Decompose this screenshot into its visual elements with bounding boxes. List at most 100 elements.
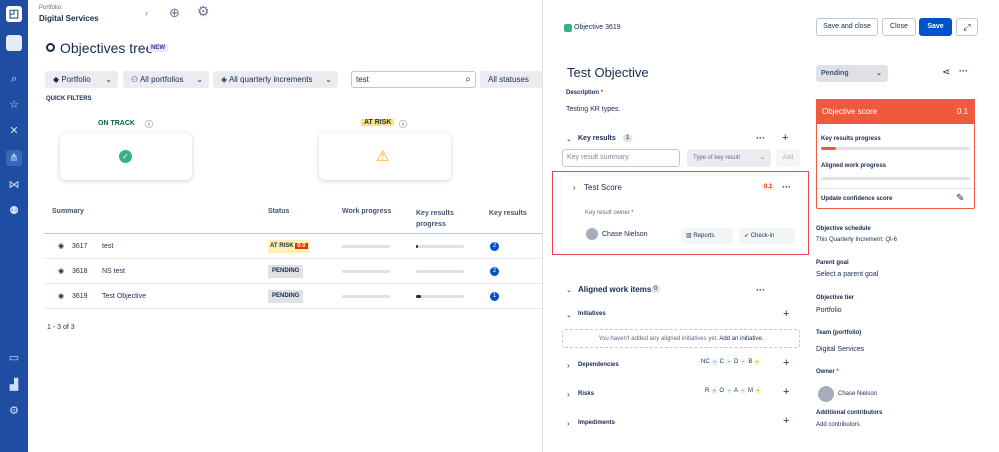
- chevron-down-icon[interactable]: ⌄: [566, 311, 572, 319]
- expand-icon[interactable]: ⤢: [956, 18, 978, 36]
- tag-count: -: [740, 359, 747, 365]
- chevron-right-icon[interactable]: ›: [567, 419, 570, 428]
- pencil-icon[interactable]: ✎: [956, 193, 964, 204]
- save-close-button[interactable]: Save and close: [816, 18, 878, 36]
- status-select[interactable]: Pending ⌄: [816, 65, 888, 82]
- kr-progress-fill: [416, 245, 418, 248]
- more-icon[interactable]: ···: [959, 66, 968, 76]
- sitemap-icon[interactable]: ⋈: [6, 177, 22, 193]
- team-value[interactable]: Digital Services: [816, 346, 864, 353]
- contributors-label: Additional contributors: [816, 410, 883, 416]
- status-badge[interactable]: AT RISK 0.0: [268, 240, 310, 253]
- chevron-right-icon[interactable]: ›: [567, 390, 570, 399]
- tier-value[interactable]: Portfolio: [816, 307, 842, 314]
- hierarchy-icon[interactable]: ⋔: [6, 150, 22, 166]
- table-row[interactable]: ◉ 3617 test AT RISK 0.0 2: [44, 234, 542, 259]
- statuses-label: All statuses: [488, 75, 529, 84]
- schedule-value[interactable]: This Quarterly Increment: QI-6: [816, 237, 897, 243]
- status-badge[interactable]: PENDING: [268, 265, 304, 278]
- status-select-value: Pending: [821, 70, 849, 77]
- kr-count-badge[interactable]: 2: [490, 242, 499, 251]
- add-icon[interactable]: ⊕: [169, 5, 180, 21]
- checkin-button[interactable]: ➶ Check-in: [739, 228, 795, 244]
- kr-count-badge[interactable]: 2: [490, 267, 499, 276]
- schedule-label: Objective schedule: [816, 226, 871, 232]
- chevron-right-icon[interactable]: ›: [145, 8, 148, 18]
- parent-value[interactable]: Select a parent goal: [816, 271, 878, 278]
- search-icon[interactable]: ⌕: [6, 71, 22, 87]
- team-icon[interactable]: ⚉: [6, 203, 22, 219]
- search-icon[interactable]: ⌕: [465, 72, 471, 87]
- chevron-down-icon[interactable]: ⌄: [566, 135, 572, 143]
- star-icon[interactable]: ☆: [6, 97, 22, 113]
- add-dependency-icon[interactable]: +: [783, 357, 789, 369]
- row-name[interactable]: Test Objective: [102, 284, 146, 309]
- col-status[interactable]: Status: [268, 208, 289, 215]
- objective-id[interactable]: Objective 3619: [574, 24, 621, 31]
- chart-icon[interactable]: ▟: [6, 377, 22, 393]
- rocket-icon: ➶: [744, 233, 751, 239]
- kr-name[interactable]: Test Score: [584, 183, 622, 192]
- save-button[interactable]: Save: [919, 18, 952, 36]
- info-icon[interactable]: ⓘ: [145, 119, 153, 130]
- logo-icon[interactable]: ◰: [6, 6, 22, 22]
- contributors-value[interactable]: Add contributors: [816, 422, 860, 428]
- kr-type-select[interactable]: Type of key result ⌄: [687, 149, 771, 167]
- table-row[interactable]: ◉ 3619 Test Objective PENDING 1: [44, 284, 542, 309]
- owner-value[interactable]: Chase Nielson: [838, 391, 877, 397]
- description-label: Description *: [566, 90, 604, 96]
- description-label-text: Description: [566, 90, 600, 96]
- more-icon[interactable]: ···: [756, 285, 765, 295]
- shuffle-icon[interactable]: ✕: [6, 123, 22, 139]
- all-portfolios-filter[interactable]: ⚇ All portfolios ⌄: [123, 71, 209, 88]
- col-summary[interactable]: Summary: [52, 208, 84, 215]
- col-work-progress[interactable]: Work progress: [342, 208, 391, 215]
- chevron-right-icon[interactable]: ›: [573, 183, 576, 192]
- on-track-label: ON TRACK: [98, 120, 135, 127]
- settings-icon[interactable]: ⚙: [6, 403, 22, 419]
- row-name[interactable]: NS test: [102, 259, 125, 284]
- chevron-right-icon[interactable]: ›: [567, 361, 570, 370]
- kr-summary-input[interactable]: Key result summary: [562, 149, 680, 167]
- col-key-results[interactable]: Key results: [489, 208, 529, 219]
- kr-owner-name[interactable]: Chase Nielson: [602, 231, 648, 238]
- description-text[interactable]: Testing KR types.: [566, 106, 620, 113]
- close-button[interactable]: Close: [882, 18, 916, 36]
- kr-count-badge[interactable]: 1: [490, 292, 499, 301]
- at-risk-card[interactable]: ⚠: [319, 133, 451, 180]
- tag-count: -: [754, 359, 761, 365]
- chevron-down-icon[interactable]: ⌄: [566, 286, 572, 294]
- more-icon[interactable]: ···: [756, 133, 765, 143]
- reports-button[interactable]: ▥ Reports: [681, 228, 733, 244]
- info-icon[interactable]: ⓘ: [399, 119, 407, 130]
- table-row[interactable]: ◉ 3618 NS test PENDING 2: [44, 259, 542, 284]
- add-kr-button[interactable]: Add: [776, 149, 800, 167]
- breadcrumb[interactable]: Digital Services: [39, 14, 99, 23]
- add-initiative-link[interactable]: Add an initiative.: [719, 336, 763, 342]
- more-icon[interactable]: ···: [782, 182, 791, 192]
- add-initiative-icon[interactable]: +: [783, 308, 789, 320]
- increments-filter[interactable]: ◈ All quarterly increments ⌄: [213, 71, 338, 88]
- tag-letter: A: [734, 388, 739, 394]
- owner-label-text: Owner: [816, 369, 835, 375]
- monitor-icon[interactable]: ▭: [6, 350, 22, 366]
- col-kr-progress[interactable]: Key results progress: [416, 208, 466, 230]
- on-track-card[interactable]: ✓: [60, 133, 192, 180]
- add-key-result-icon[interactable]: +: [782, 132, 788, 144]
- add-impediment-icon[interactable]: +: [783, 415, 789, 427]
- row-name[interactable]: test: [102, 234, 113, 259]
- status-label: AT RISK: [270, 243, 294, 249]
- objective-type-icon: [564, 24, 572, 32]
- home-icon[interactable]: [6, 35, 22, 51]
- share-icon[interactable]: ⋖: [942, 67, 950, 78]
- risks-label: Risks: [578, 391, 595, 397]
- update-confidence[interactable]: Update confidence score: [821, 196, 892, 202]
- portfolio-filter[interactable]: ◆ Portfolio ⌄: [45, 71, 118, 88]
- kr-owner-label: Key result owner *: [585, 210, 634, 216]
- objective-title[interactable]: Test Objective: [567, 65, 649, 80]
- status-badge[interactable]: PENDING: [268, 290, 304, 303]
- add-risk-icon[interactable]: +: [783, 386, 789, 398]
- search-input[interactable]: test ⌕: [351, 71, 476, 88]
- statuses-filter[interactable]: All statuses: [480, 71, 542, 88]
- gears-icon[interactable]: ⚙: [197, 3, 210, 20]
